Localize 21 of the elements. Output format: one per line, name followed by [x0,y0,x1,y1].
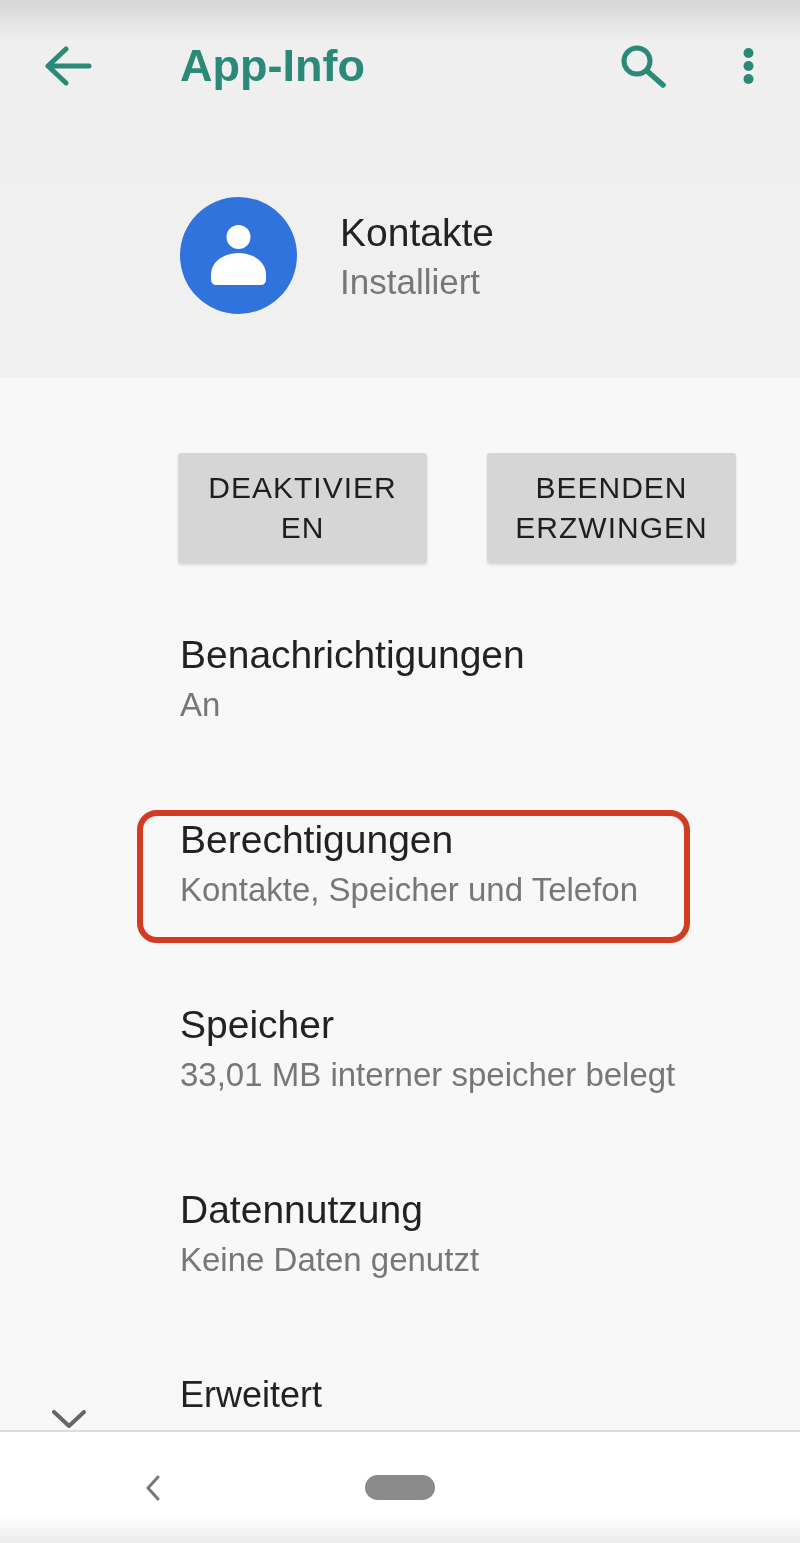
home-pill-icon[interactable] [365,1475,435,1500]
action-button[interactable]: BEENDEN ERZWINGEN [487,453,736,563]
setting-title[interactable]: Speicher [180,1002,334,1048]
setting-title[interactable]: Erweitert [180,1372,323,1418]
app-status: Installiert [340,260,482,303]
back-arrow-icon[interactable] [45,46,92,86]
more-options-icon[interactable] [742,47,755,85]
app-name: Kontakte [340,209,494,256]
back-nav-icon[interactable] [145,1474,161,1501]
action-button[interactable]: DEAKTIVIER EN [178,453,427,563]
setting-summary: Keine Daten genutzt [180,1240,480,1280]
setting-summary: Kontakte, Speicher und Telefon [180,870,639,910]
contact-app-icon [180,197,297,314]
setting-summary: 33,01 MB interner speicher belegt [180,1055,676,1095]
setting-title[interactable]: Benachrichtigungen [180,632,525,678]
setting-summary: An [180,685,221,725]
setting-title[interactable]: Berechtigungen [180,817,454,863]
setting-title[interactable]: Datennutzung [180,1187,423,1233]
toolbar-title: App-Info [180,39,365,93]
chevron-down-icon[interactable] [52,1410,86,1428]
search-icon[interactable] [620,44,666,88]
